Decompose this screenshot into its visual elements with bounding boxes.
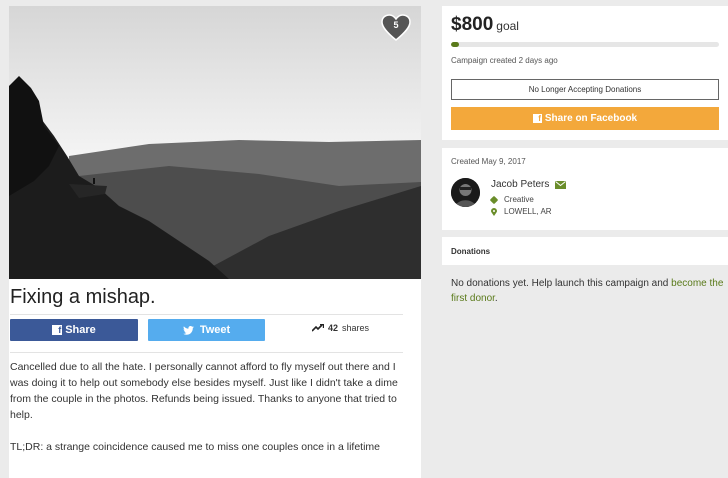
facebook-icon: f xyxy=(532,114,542,123)
tweet-button[interactable]: Tweet xyxy=(148,319,265,341)
facebook-icon: f xyxy=(52,325,63,335)
envelope-glyph xyxy=(555,180,567,186)
amount-raised: $800 goal xyxy=(451,14,519,36)
tweet-label: Tweet xyxy=(199,324,231,336)
funding-panel: $800 goal Campaign created 2 days ago No … xyxy=(442,6,728,140)
avatar[interactable] xyxy=(451,178,480,207)
campaign-created-text: Campaign created 2 days ago xyxy=(451,56,558,65)
story-paragraph: Cancelled due to all the hate. I persona… xyxy=(10,361,398,421)
landscape-photo xyxy=(9,6,421,279)
share-on-facebook-label: Share on Facebook xyxy=(544,113,638,124)
organizer-name[interactable]: Jacob Peters xyxy=(491,179,549,190)
created-date: Created May 9, 2017 xyxy=(451,157,526,166)
facebook-share-button[interactable]: f Share xyxy=(10,319,138,341)
progress-bar xyxy=(451,42,719,47)
divider xyxy=(10,352,403,353)
location-pin-icon xyxy=(491,207,497,216)
amount-value: $800 xyxy=(451,14,494,35)
share-count-suffix: shares xyxy=(342,323,370,333)
organizer-name-row: Jacob Peters xyxy=(491,179,567,190)
campaign-title: Fixing a mishap. xyxy=(10,286,156,308)
donation-status-button[interactable]: No Longer Accepting Donations xyxy=(451,79,719,100)
donations-empty-text: No donations yet. Help launch this campa… xyxy=(451,278,672,289)
divider xyxy=(10,314,403,315)
donations-empty-message: No donations yet. Help launch this campa… xyxy=(451,276,727,306)
share-count-value: 42 xyxy=(328,323,339,333)
campaign-story: Cancelled due to all the hate. I persona… xyxy=(10,359,402,471)
donations-header: Donations xyxy=(442,237,728,265)
share-count: 42 shares xyxy=(312,323,369,333)
goal-label: goal xyxy=(496,19,519,33)
organizer-panel: Created May 9, 2017 Jacob Peters Creativ… xyxy=(442,148,728,230)
campaign-hero-image: 5 xyxy=(9,6,421,279)
story-paragraph: TL;DR: a strange coincidence caused me t… xyxy=(10,441,381,453)
twitter-icon xyxy=(182,325,194,335)
share-on-facebook-button[interactable]: f Share on Facebook xyxy=(451,107,719,130)
tag-icon xyxy=(489,195,499,204)
favorite-button[interactable]: 5 xyxy=(381,14,411,42)
facebook-share-label: Share xyxy=(65,324,96,336)
organizer-location: LOWELL, AR xyxy=(491,207,552,216)
location-label: LOWELL, AR xyxy=(504,207,552,216)
envelope-icon[interactable] xyxy=(555,180,567,189)
trending-icon xyxy=(312,324,324,332)
organizer-category: Creative xyxy=(489,195,534,204)
category-label: Creative xyxy=(504,195,534,204)
favorite-count: 5 xyxy=(393,20,399,30)
donations-empty-end: . xyxy=(494,293,498,304)
avatar-image xyxy=(451,178,480,207)
progress-fill xyxy=(451,42,460,47)
donations-title: Donations xyxy=(451,247,491,256)
